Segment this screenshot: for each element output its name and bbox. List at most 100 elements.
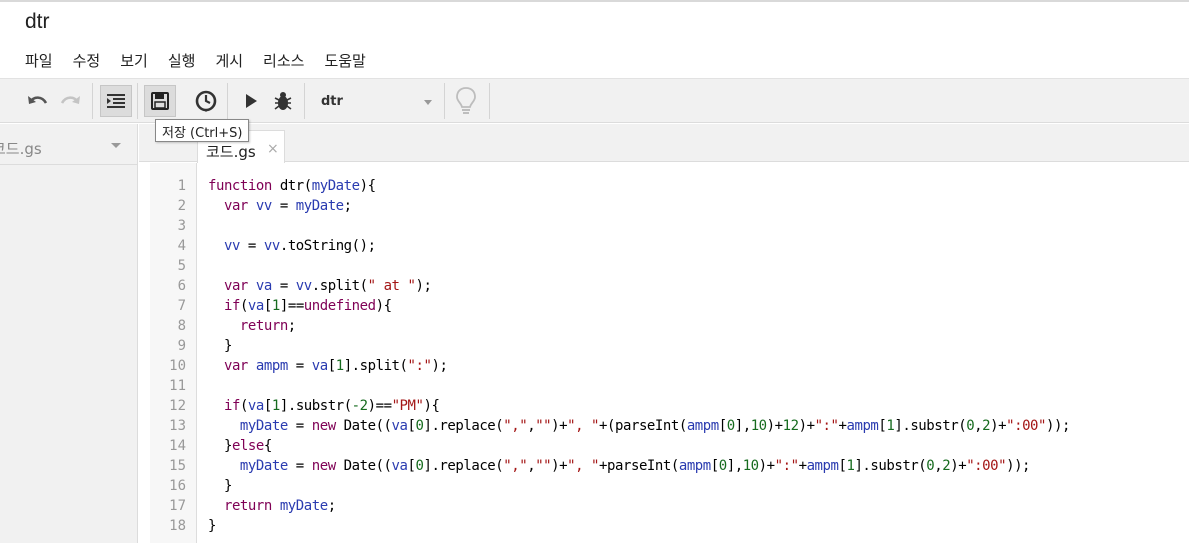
line-number: 1: [177, 178, 186, 194]
function-select[interactable]: dtr: [306, 89, 440, 115]
code-token: 1: [271, 298, 280, 314]
code-token: =: [287, 358, 312, 374]
redo-button[interactable]: [54, 85, 86, 117]
code-token: )+: [551, 458, 568, 474]
code-token: ,: [527, 458, 536, 474]
line-number: 18: [169, 518, 186, 534]
code-token: );: [431, 358, 448, 374]
code-token: )==: [367, 398, 392, 414]
triggers-button[interactable]: [190, 85, 222, 117]
line-number: 16: [169, 478, 186, 494]
code-token: 1: [271, 398, 280, 414]
run-button[interactable]: [235, 85, 267, 117]
code-token: myDate: [271, 498, 328, 514]
code-token: Date((: [335, 458, 392, 474]
function-select-value: dtr: [321, 94, 343, 109]
code-token: ",": [503, 458, 528, 474]
menu-help[interactable]: 도움말: [324, 50, 365, 71]
code-token: var: [223, 198, 248, 214]
play-icon: [246, 94, 257, 108]
code-token: vv: [223, 238, 240, 254]
code-token: }: [208, 478, 232, 494]
code-token: "": [535, 458, 552, 474]
lightbulb-button[interactable]: [450, 85, 482, 117]
code-token: vv: [263, 238, 280, 254]
line-number: 10: [169, 358, 186, 374]
toolbar-separator: [489, 83, 490, 119]
code-token: )+: [551, 418, 568, 434]
code-token: ,: [974, 418, 983, 434]
code-token: 0: [966, 418, 975, 434]
code-token: ].substr(: [894, 418, 967, 434]
code-token: +: [798, 458, 807, 474]
menu-view[interactable]: 보기: [120, 50, 148, 71]
save-button[interactable]: [144, 85, 176, 117]
code-token: +(parseInt(: [599, 418, 687, 434]
menu-bar: 파일 수정 보기 실행 게시 리소스 도움말: [25, 50, 386, 71]
indent-button[interactable]: [100, 85, 132, 117]
code-token: {: [263, 438, 272, 454]
line-number: 2: [177, 198, 186, 214]
menu-edit[interactable]: 수정: [73, 50, 101, 71]
redo-icon: [60, 96, 80, 104]
code-line: myDate = new Date((va[0].replace(",","")…: [208, 416, 1070, 436]
code-token: ;: [343, 198, 352, 214]
code-token: ){: [423, 398, 440, 414]
code-token: +parseInt(: [599, 458, 679, 474]
code-token: if: [223, 398, 240, 414]
code-token: =: [287, 418, 312, 434]
code-token: ampm: [247, 358, 288, 374]
sidebar-file-code-gs[interactable]: 코드.gs: [0, 138, 42, 159]
code-token: ,: [527, 418, 536, 434]
menu-resources[interactable]: 리소스: [263, 50, 304, 71]
undo-button[interactable]: [22, 85, 54, 117]
debug-button[interactable]: [267, 85, 299, 117]
code-token: ampm: [678, 458, 711, 474]
code-token: [: [718, 418, 727, 434]
line-number: 11: [169, 378, 186, 394]
code-token: ",": [503, 418, 528, 434]
code-token: vv: [247, 198, 272, 214]
chevron-down-icon: [424, 100, 432, 105]
code-line: var vv = myDate;: [208, 196, 1070, 216]
code-token: ].replace(: [423, 458, 504, 474]
code-token: [: [327, 358, 336, 374]
code-token: ].substr(: [854, 458, 927, 474]
code-token: 1: [335, 358, 344, 374]
code-token: Date((: [335, 418, 392, 434]
menu-run[interactable]: 실행: [168, 50, 196, 71]
code-token: dtr(: [271, 178, 312, 194]
code-token: =: [239, 238, 264, 254]
code-token: va: [247, 398, 264, 414]
code-token: ));: [1046, 418, 1070, 434]
save-tooltip: 저장 (Ctrl+S): [155, 119, 250, 142]
chevron-down-icon[interactable]: [111, 143, 121, 148]
code-editor[interactable]: function dtr(myDate){ var vv = myDate; v…: [208, 176, 1070, 536]
code-token: if: [223, 298, 240, 314]
code-line: }: [208, 516, 1070, 536]
code-token: ],: [734, 418, 751, 434]
menu-file[interactable]: 파일: [25, 50, 53, 71]
code-token: myDate: [239, 458, 288, 474]
code-line: var va = vv.split(" at ");: [208, 276, 1070, 296]
code-token: (: [239, 398, 248, 414]
menu-publish[interactable]: 게시: [215, 50, 243, 71]
project-title[interactable]: dtr: [25, 10, 50, 34]
close-icon[interactable]: ×: [267, 141, 279, 157]
code-token: )+: [990, 418, 1007, 434]
code-token: new: [311, 458, 336, 474]
code-token: }: [208, 438, 232, 454]
toolbar-separator: [137, 83, 138, 119]
toolbar-separator: [444, 83, 445, 119]
line-number: 14: [169, 438, 186, 454]
code-token: =: [271, 278, 296, 294]
code-token: var: [223, 278, 248, 294]
code-token: ].split(: [343, 358, 408, 374]
code-token: ", ": [567, 418, 600, 434]
code-token: "": [535, 418, 552, 434]
